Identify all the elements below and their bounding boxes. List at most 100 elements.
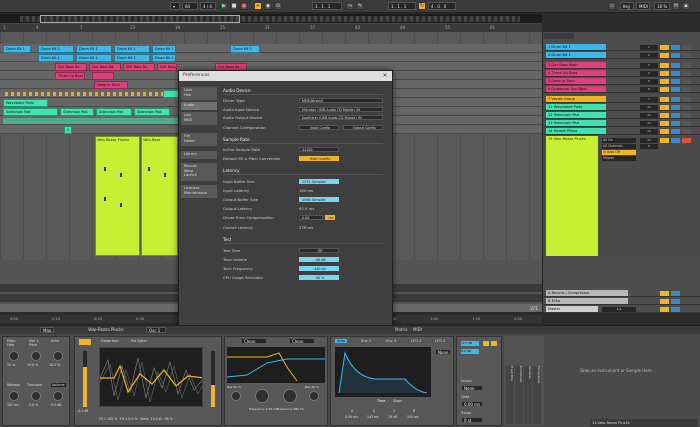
envelope-display[interactable]	[335, 347, 431, 397]
solo-button[interactable]	[671, 45, 680, 50]
filter-curve-display[interactable]	[226, 347, 325, 383]
arm-button[interactable]	[682, 138, 691, 143]
solo-button[interactable]	[671, 97, 680, 102]
arm-button[interactable]	[682, 129, 691, 134]
driver-type-select[interactable]: MME/DirectX	[299, 98, 383, 103]
transpose-field[interactable]: 0 st	[461, 417, 483, 423]
track-name[interactable]: 13 Sidechain Pad	[546, 120, 606, 126]
filter-1-type[interactable]: Clean	[241, 338, 267, 344]
track-name[interactable]: 4 Three Up Bass	[546, 70, 606, 76]
clip[interactable]: Drum Kit 1	[152, 54, 176, 62]
track-activator[interactable]	[660, 71, 669, 76]
tab-licenses[interactable]: Licenses Maintenance	[181, 185, 217, 198]
clip[interactable]: Sidechain Pad	[134, 108, 170, 116]
automation-arm-button[interactable]: ◆	[264, 2, 272, 10]
wavetable-display[interactable]	[99, 347, 203, 407]
close-icon[interactable]: ×	[381, 72, 389, 80]
track-activator[interactable]	[660, 45, 669, 50]
macro-knob[interactable]	[9, 351, 19, 361]
osc-category[interactable]: Distortion	[101, 339, 119, 343]
macro-knob[interactable]	[9, 391, 19, 401]
clip[interactable]: Drum Kit 1	[38, 54, 74, 62]
return-header[interactable]: B Echo	[544, 298, 700, 305]
play-button[interactable]: ▶	[220, 2, 228, 10]
velo-clip-1[interactable]: Velo-Rezzo Plucks	[95, 136, 140, 256]
clip[interactable]	[163, 90, 179, 98]
track-header[interactable]: 14 Hornet Pillow 14	[544, 128, 700, 135]
return-header[interactable]: A Reverb | Compressor	[544, 290, 700, 297]
filter-2-type[interactable]: Clean	[289, 338, 315, 344]
test-tone-toggle[interactable]: Off	[299, 248, 339, 253]
arm-button[interactable]	[682, 45, 691, 50]
tempo-field[interactable]: 64	[182, 2, 198, 10]
clip[interactable]: Sidechain Pad	[96, 108, 132, 116]
tab-record-warp-launch[interactable]: Record Warp Launch	[181, 163, 217, 181]
tab-look-feel[interactable]: Look Feel	[181, 87, 217, 100]
osc-pos-slider[interactable]	[211, 351, 215, 407]
track-header[interactable]: 12 Sidechain Pad 12	[544, 112, 700, 119]
input-config-button[interactable]: Input Config	[299, 125, 339, 130]
tone-volume-field[interactable]: -36 dB	[299, 257, 339, 262]
track-header-velo[interactable]: 15 Velo-Rezzo Plucks All Ins All Channel…	[544, 136, 700, 256]
track-activator[interactable]	[660, 121, 669, 126]
arm-button[interactable]	[682, 97, 691, 102]
track-activator[interactable]	[660, 299, 669, 304]
global-volume[interactable]: -4.7 dB	[461, 341, 479, 346]
solo-button[interactable]	[671, 87, 680, 92]
track-activator[interactable]	[660, 113, 669, 118]
global-gain[interactable]: 0.0 dB	[461, 349, 479, 354]
solo-button[interactable]	[671, 79, 680, 84]
track-activator[interactable]	[660, 63, 669, 68]
macro-knob[interactable]	[53, 351, 63, 361]
track-name[interactable]: Master	[546, 306, 598, 312]
solo-button[interactable]	[671, 299, 680, 304]
track-activator[interactable]	[660, 87, 669, 92]
clip[interactable]: Deep in Dark	[94, 81, 128, 89]
clip[interactable]: Drum Kit 1	[76, 45, 112, 53]
track-activator[interactable]	[660, 105, 669, 110]
master-output[interactable]: 1/2	[602, 307, 636, 312]
env-param-value[interactable]: -19 dB	[387, 415, 397, 419]
output-device-select[interactable]: Kopfhörer (USB Audio CD Mobile) (M	[299, 115, 383, 120]
macro-knob[interactable]	[53, 391, 63, 401]
track-activator[interactable]	[660, 79, 669, 84]
arm-button[interactable]	[682, 105, 691, 110]
clip[interactable]: Drum Kit 1	[152, 45, 176, 53]
arm-button[interactable]	[682, 71, 691, 76]
clip[interactable]: Wavetable Pads	[3, 99, 48, 107]
driver-comp-field[interactable]: 0.00	[299, 215, 323, 220]
poly-toggle[interactable]	[491, 341, 497, 346]
track-header[interactable]: 6 Grossover Syn Bass 6	[544, 86, 700, 93]
dialog-titlebar[interactable]: Preferences	[179, 71, 392, 81]
chain-device[interactable]: Kompressor	[533, 366, 541, 424]
track-pan[interactable]: 0	[640, 144, 658, 149]
record-button[interactable]: ●	[240, 2, 248, 10]
solo-button[interactable]	[671, 63, 680, 68]
track-name[interactable]: 14 Hornet Pillow	[546, 128, 606, 134]
unison-select[interactable]: None	[461, 385, 483, 391]
arm-button[interactable]	[682, 113, 691, 118]
loop-length-field[interactable]: 4 . 0 . 0	[428, 2, 456, 10]
filter-res-knob[interactable]	[231, 391, 241, 401]
track-name[interactable]: 6 Grossover Syn Bass	[546, 86, 606, 92]
tab-link-midi[interactable]: Link MIDI	[181, 112, 217, 125]
clip[interactable]: Drum Kit 1	[114, 54, 150, 62]
arm-button[interactable]	[682, 63, 691, 68]
follow-button[interactable]: ⤳	[346, 2, 354, 10]
solo-button[interactable]	[671, 129, 680, 134]
track-name[interactable]: 1 Drum Kit 1	[546, 44, 606, 50]
tab-library[interactable]: Library	[181, 151, 217, 159]
loop-toggle[interactable]: ↻	[418, 2, 426, 10]
solo-button[interactable]	[671, 71, 680, 76]
filter-2-frequency-knob[interactable]	[283, 389, 297, 403]
clip[interactable]: Drum Kit 1	[3, 45, 31, 53]
env-param-value[interactable]: 143 ms	[367, 415, 379, 419]
track-activator[interactable]	[660, 307, 669, 312]
stop-button[interactable]: ■	[230, 2, 238, 10]
clip[interactable]: Drum Kit 1	[230, 45, 260, 53]
clip[interactable]: Dirt Bass Ra	[55, 63, 87, 71]
output-buffer-field[interactable]: 4096 Samples	[299, 197, 339, 202]
osc-level-slider[interactable]	[83, 351, 87, 407]
arm-button[interactable]	[682, 79, 691, 84]
clip[interactable]	[3, 118, 178, 124]
